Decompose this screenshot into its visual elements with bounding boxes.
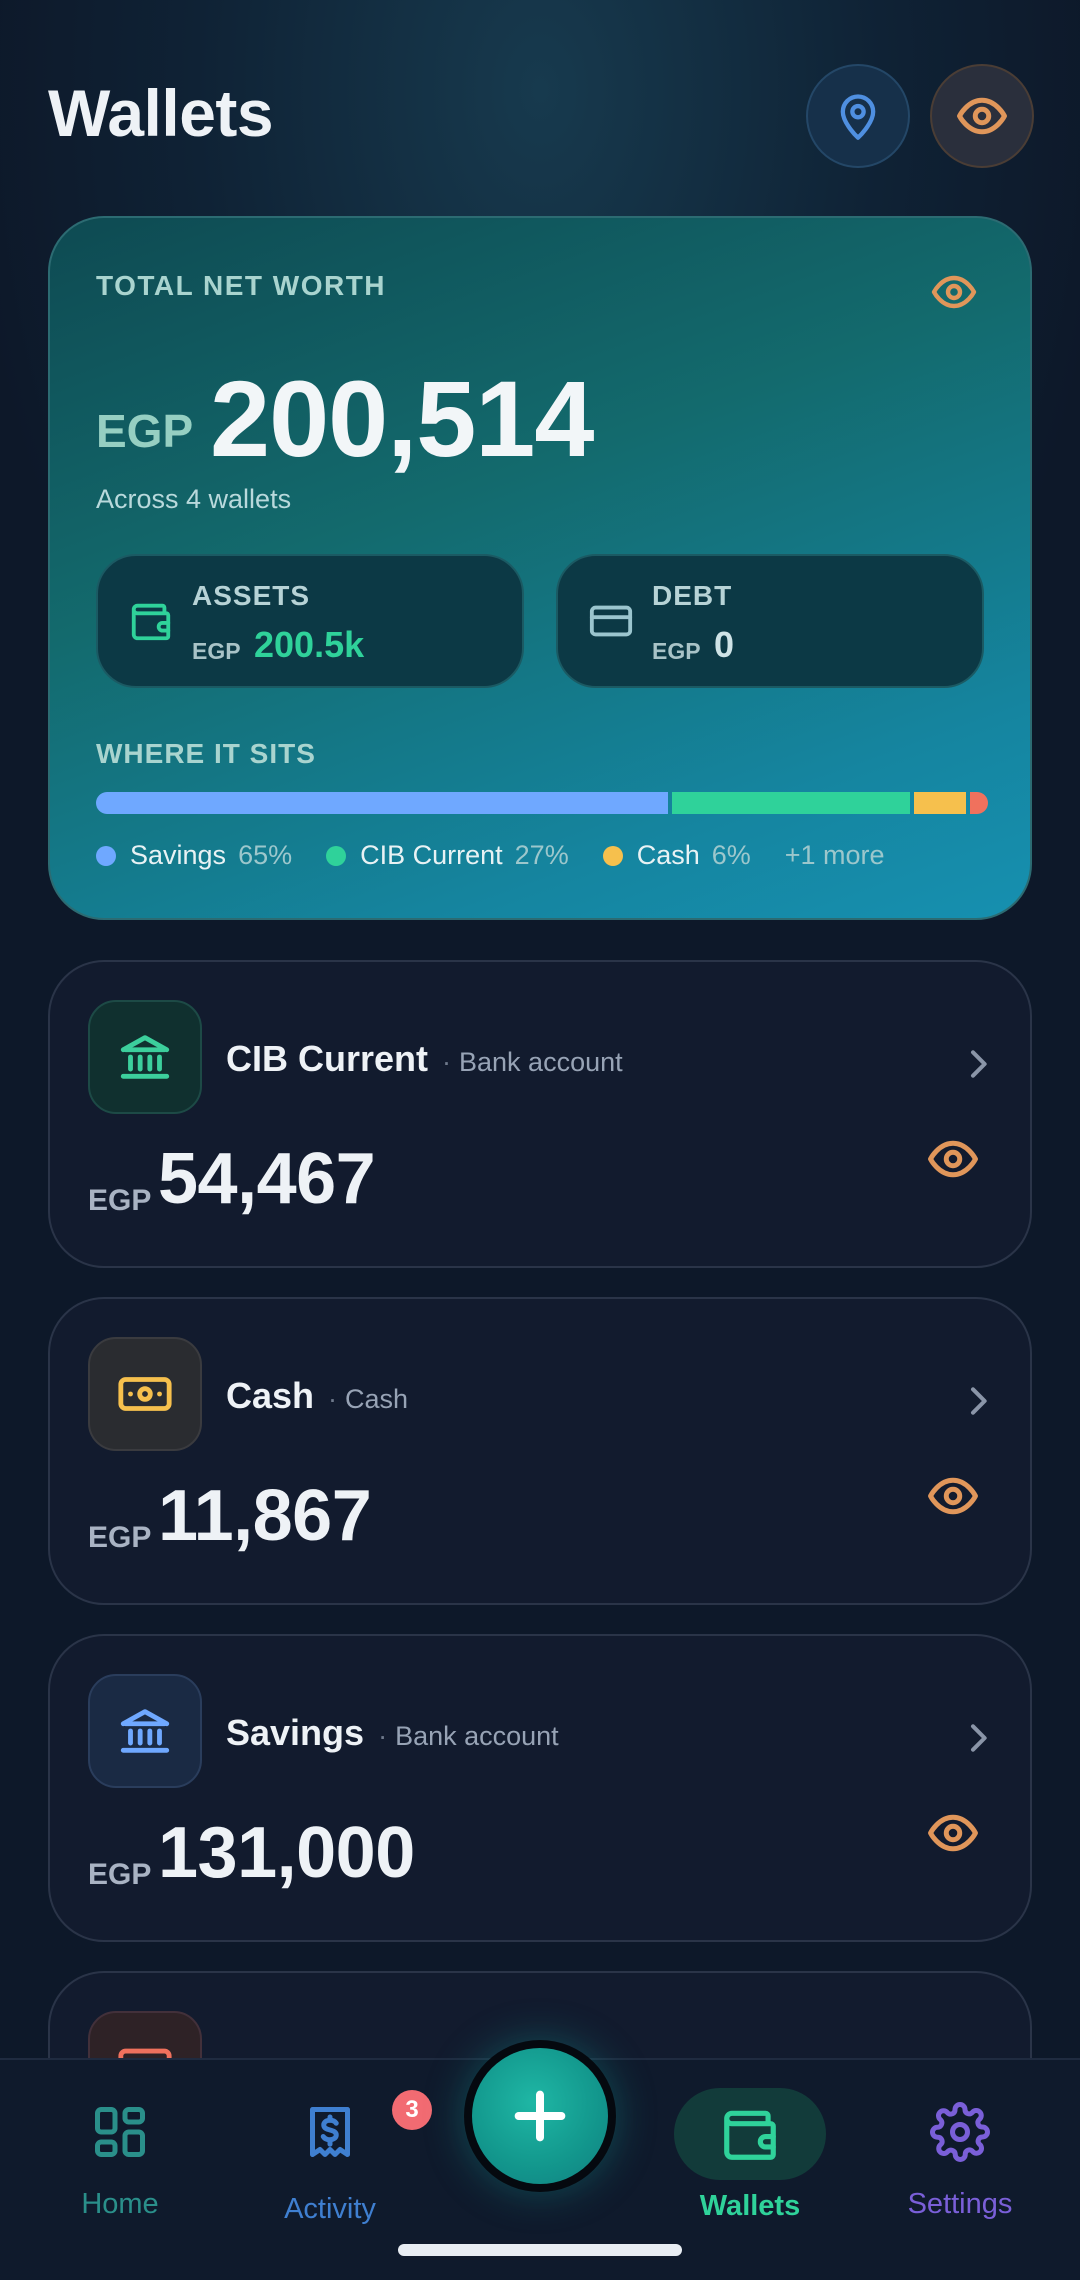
eye-icon[interactable] bbox=[926, 1469, 980, 1528]
legend-name: Savings bbox=[130, 840, 227, 870]
toggle-visibility-button[interactable] bbox=[930, 64, 1034, 168]
wallet-card-cib-current[interactable]: CIB Current · Bank account EGP 54,467 bbox=[48, 960, 1032, 1268]
location-button[interactable] bbox=[806, 64, 910, 168]
eye-icon bbox=[931, 275, 977, 309]
assets-summary[interactable]: ASSETS EGP 200.5k bbox=[96, 554, 524, 688]
nav-home-label: Home bbox=[81, 2188, 159, 2220]
allocation-bar bbox=[96, 792, 988, 814]
assets-currency: EGP bbox=[192, 638, 241, 664]
assets-value: 200.5k bbox=[254, 624, 365, 665]
wallet-icon bbox=[128, 598, 174, 649]
grid-icon bbox=[95, 2107, 145, 2157]
legend-dot bbox=[96, 845, 116, 866]
banknote-icon bbox=[88, 1337, 202, 1451]
net-worth-subtitle: Across 4 wallets bbox=[96, 484, 292, 514]
legend-name: Cash bbox=[636, 840, 700, 870]
eye-icon[interactable] bbox=[926, 1806, 980, 1865]
wallet-name: CIB Current · Bank account bbox=[226, 1038, 623, 1080]
wallet-amount: 11,867 bbox=[158, 1476, 372, 1556]
allocation-legend: Savings 65% CIB Current 27% Cash 6% +1 more bbox=[96, 840, 885, 871]
home-indicator bbox=[398, 2244, 682, 2256]
nav-settings-label: Settings bbox=[907, 2188, 1013, 2220]
chevron-right-icon[interactable] bbox=[958, 1044, 998, 1089]
debt-value: 0 bbox=[714, 624, 735, 665]
allocation-segment bbox=[913, 792, 967, 814]
wallet-currency: EGP bbox=[88, 1858, 152, 1891]
nav-wallets[interactable]: Wallets bbox=[670, 2088, 830, 2223]
net-worth-card: TOTAL NET WORTH EGP 200,514 Across 4 wal… bbox=[48, 216, 1032, 920]
debt-summary[interactable]: DEBT EGP 0 bbox=[556, 554, 984, 688]
legend-dot bbox=[602, 845, 623, 866]
legend-item: Savings 65% bbox=[96, 840, 292, 871]
eye-icon bbox=[957, 97, 1007, 135]
wallet-name-text: Savings bbox=[226, 1712, 365, 1753]
eye-icon[interactable] bbox=[926, 1132, 980, 1191]
add-transaction-button[interactable] bbox=[464, 2040, 616, 2192]
add-fab[interactable] bbox=[472, 2048, 608, 2184]
legend-name: CIB Current bbox=[360, 840, 503, 870]
legend-percent: 6% bbox=[711, 840, 751, 870]
legend-percent: 65% bbox=[238, 840, 293, 870]
legend-dot bbox=[326, 845, 347, 866]
nav-activity-label: Activity bbox=[284, 2193, 376, 2225]
debt-currency: EGP bbox=[652, 638, 701, 664]
bank-icon bbox=[88, 1674, 202, 1788]
gear-icon bbox=[930, 2102, 990, 2162]
wallet-amount: 131,000 bbox=[158, 1813, 415, 1893]
allocation-segment bbox=[671, 792, 910, 814]
net-worth-label: TOTAL NET WORTH bbox=[96, 270, 387, 301]
nav-settings[interactable]: Settings bbox=[880, 2102, 1040, 2221]
separator-dot: · bbox=[378, 1721, 388, 1751]
wallets-screen: Wallets TOTAL NET WORTH EGP 200,514 Acro… bbox=[0, 0, 1080, 2280]
page-title: Wallets bbox=[48, 76, 274, 150]
chevron-right-icon[interactable] bbox=[958, 1718, 998, 1763]
wallet-name: Savings · Bank account bbox=[226, 1712, 559, 1754]
net-worth-amount: 200,514 bbox=[210, 358, 594, 479]
net-worth-visibility-toggle[interactable] bbox=[930, 268, 978, 321]
wallet-card-cash[interactable]: Cash · Cash EGP 11,867 bbox=[48, 1297, 1032, 1605]
legend-percent: 27% bbox=[514, 840, 569, 870]
where-it-sits-label: WHERE IT SITS bbox=[96, 738, 316, 769]
legend-more[interactable]: +1 more bbox=[785, 840, 885, 871]
plus-icon bbox=[514, 2090, 566, 2142]
nav-activity[interactable]: 3 Activity bbox=[250, 2090, 432, 2226]
wallet-amount: 54,467 bbox=[158, 1139, 376, 1219]
receipt-icon bbox=[310, 2107, 350, 2157]
wallet-type: Cash bbox=[345, 1384, 409, 1414]
wallet-currency: EGP bbox=[88, 1521, 152, 1554]
credit-card-icon bbox=[588, 598, 634, 649]
debt-label: DEBT bbox=[652, 580, 733, 611]
separator-dot: · bbox=[442, 1047, 452, 1077]
nav-wallets-active-pill bbox=[674, 2088, 826, 2180]
chevron-right-icon[interactable] bbox=[958, 1381, 998, 1426]
wallet-type: Bank account bbox=[459, 1047, 623, 1077]
activity-badge: 3 bbox=[392, 2090, 432, 2130]
nav-home[interactable]: Home bbox=[40, 2102, 200, 2221]
nav-wallets-label: Wallets bbox=[699, 2190, 801, 2222]
wallet-currency: EGP bbox=[88, 1184, 152, 1217]
wallet-name-text: CIB Current bbox=[226, 1038, 429, 1079]
wallet-type: Bank account bbox=[395, 1721, 559, 1751]
net-worth-currency: EGP bbox=[96, 405, 194, 457]
bank-icon bbox=[88, 1000, 202, 1114]
wallet-icon bbox=[724, 2110, 776, 2160]
location-pin-icon bbox=[840, 94, 876, 140]
allocation-segment bbox=[96, 792, 668, 814]
legend-item: Cash 6% bbox=[602, 840, 751, 871]
wallet-card-savings[interactable]: Savings · Bank account EGP 131,000 bbox=[48, 1634, 1032, 1942]
legend-item: CIB Current 27% bbox=[326, 840, 569, 871]
separator-dot: · bbox=[328, 1384, 338, 1414]
wallet-name: Cash · Cash bbox=[226, 1375, 408, 1417]
wallet-name-text: Cash bbox=[226, 1375, 315, 1416]
assets-label: ASSETS bbox=[192, 580, 311, 611]
allocation-segment bbox=[970, 792, 988, 814]
